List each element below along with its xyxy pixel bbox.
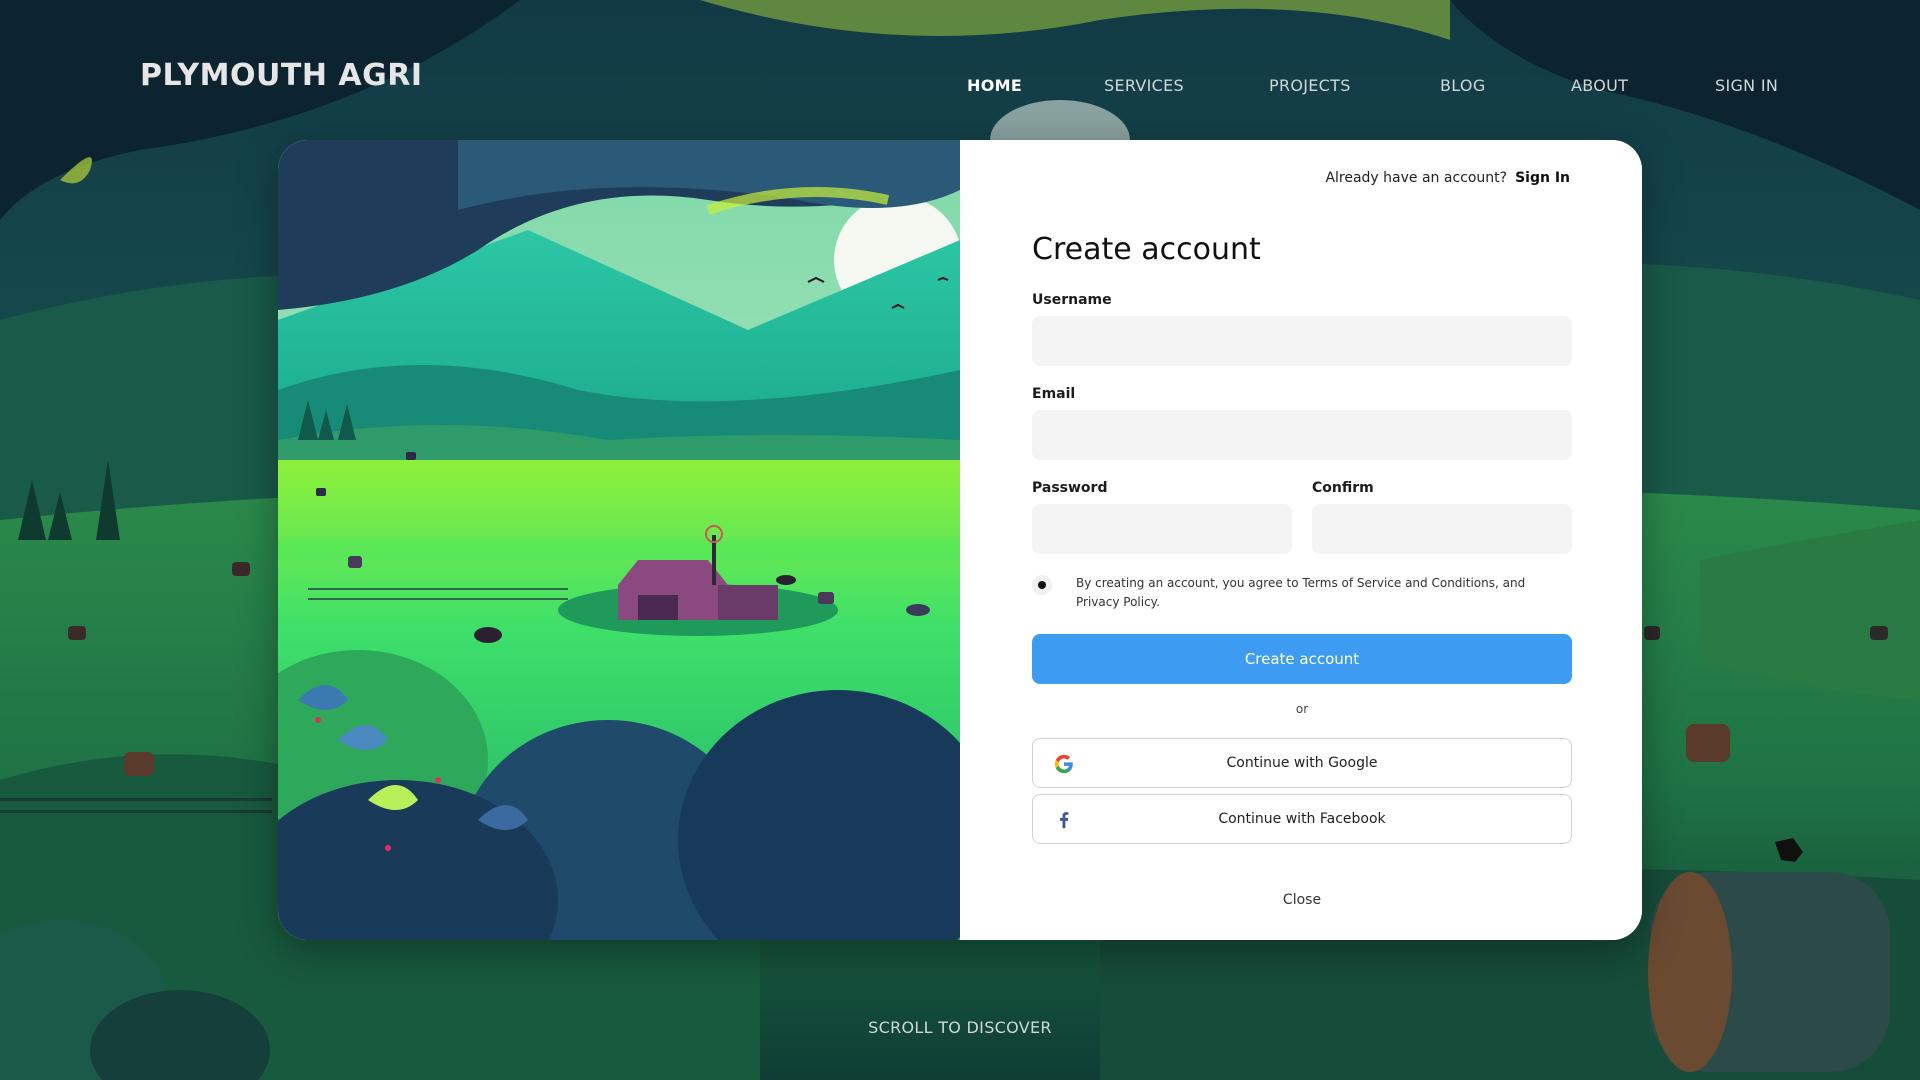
close-button[interactable]: Close	[1032, 892, 1572, 908]
terms-radio[interactable]	[1032, 575, 1052, 595]
signin-link[interactable]: Sign In	[1515, 170, 1570, 186]
nav-about[interactable]: ABOUT	[1571, 76, 1628, 95]
email-input[interactable]	[1032, 410, 1572, 460]
password-label: Password	[1032, 480, 1108, 496]
or-divider: or	[1295, 702, 1309, 716]
nav-services[interactable]: SERVICES	[1104, 76, 1184, 95]
signin-prompt-text: Already have an account?	[1325, 170, 1508, 186]
farm-illustration	[278, 140, 960, 940]
nav-sign-in[interactable]: SIGN IN	[1715, 76, 1778, 95]
google-button-label: Continue with Google	[1226, 755, 1378, 771]
nav-projects[interactable]: PROJECTS	[1269, 76, 1351, 95]
nav-home[interactable]: HOME	[967, 76, 1022, 95]
form-title: Create account	[1032, 232, 1261, 267]
create-account-modal: Already have an account? Sign In Create …	[278, 140, 1642, 940]
username-input[interactable]	[1032, 316, 1572, 366]
username-label: Username	[1032, 292, 1112, 308]
scroll-to-discover[interactable]: SCROLL TO DISCOVER	[0, 1018, 1920, 1037]
terms-text: By creating an account, you agree to Ter…	[1076, 576, 1526, 609]
terms-row: By creating an account, you agree to Ter…	[1032, 574, 1572, 612]
nav-blog[interactable]: BLOG	[1440, 76, 1486, 95]
facebook-button-label: Continue with Facebook	[1218, 811, 1386, 827]
create-account-button[interactable]: Create account	[1032, 634, 1572, 684]
main-nav: HOME SERVICES PROJECTS BLOG ABOUT SIGN I…	[0, 76, 1920, 100]
email-label: Email	[1032, 386, 1076, 402]
confirm-label: Confirm	[1312, 480, 1374, 496]
continue-with-google-button[interactable]: Continue with Google	[1032, 738, 1572, 788]
continue-with-facebook-button[interactable]: Continue with Facebook	[1032, 794, 1572, 844]
confirm-password-input[interactable]	[1312, 504, 1572, 554]
signup-form-panel: Already have an account? Sign In Create …	[960, 140, 1642, 940]
password-input[interactable]	[1032, 504, 1292, 554]
signin-prompt-row: Already have an account? Sign In	[1325, 170, 1570, 186]
